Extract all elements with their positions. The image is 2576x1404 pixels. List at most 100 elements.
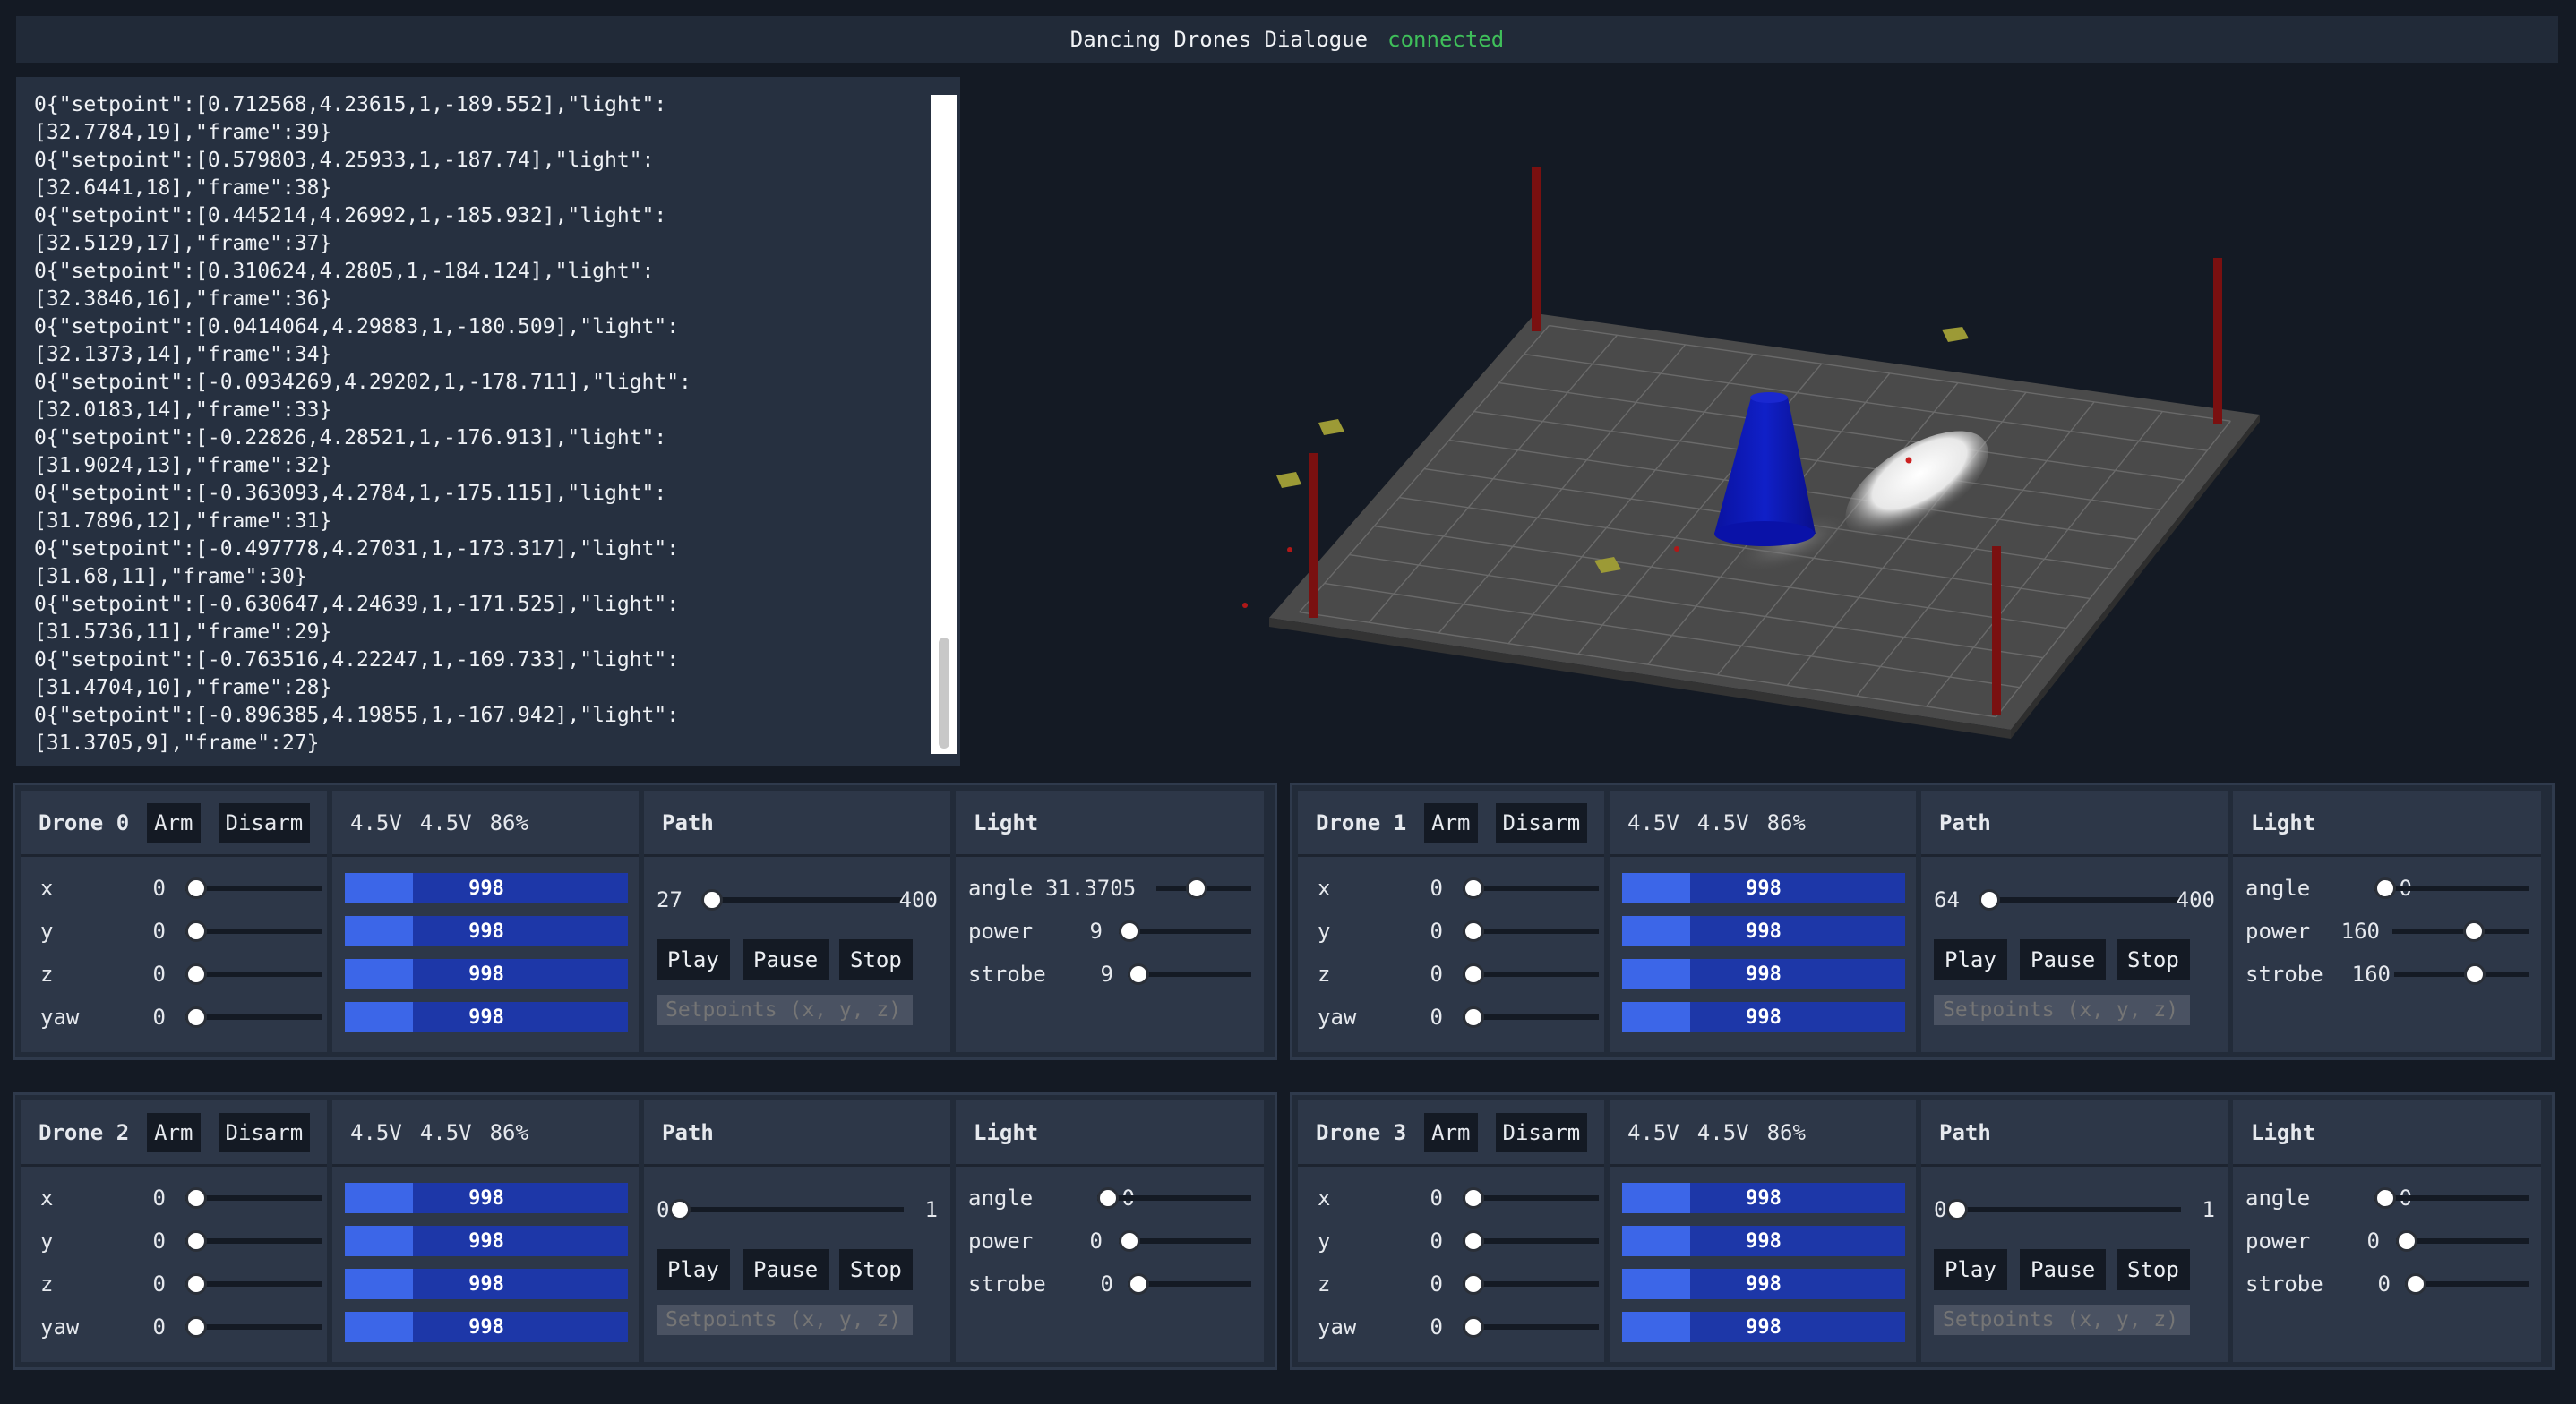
slider-knob[interactable]	[1463, 1006, 1484, 1028]
arm-button[interactable]: Arm	[1424, 802, 1478, 843]
axis-slider[interactable]	[1463, 1180, 1599, 1216]
log-scrollbar-thumb[interactable]	[939, 638, 949, 749]
motor-value: 998	[468, 1006, 504, 1029]
arm-button[interactable]: Arm	[147, 1112, 201, 1152]
axis-slider[interactable]	[185, 1180, 322, 1216]
disarm-button[interactable]: Disarm	[1495, 802, 1588, 843]
axis-slider[interactable]	[1463, 999, 1599, 1035]
slider-knob[interactable]	[185, 878, 207, 899]
light-slider[interactable]	[1128, 956, 1251, 992]
slider-knob[interactable]	[185, 1006, 207, 1028]
slider-knob[interactable]	[2374, 878, 2396, 899]
axis-slider[interactable]	[1463, 956, 1599, 992]
battery-value: 4.5V	[419, 809, 472, 835]
axis-slider[interactable]	[185, 913, 322, 949]
stop-button[interactable]: Stop	[839, 939, 913, 980]
light-slider[interactable]	[2374, 870, 2529, 906]
axis-slider[interactable]	[1463, 1309, 1599, 1345]
light-slider[interactable]	[2396, 1223, 2529, 1259]
slider-knob[interactable]	[2396, 1230, 2417, 1252]
slider-knob[interactable]	[185, 1187, 207, 1209]
disarm-button[interactable]: Disarm	[218, 802, 311, 843]
slider-knob[interactable]	[1463, 1316, 1484, 1338]
setpoints-input[interactable]	[1934, 995, 2190, 1025]
light-slider[interactable]	[2392, 913, 2529, 949]
path-knob[interactable]	[1979, 889, 2000, 911]
path-title: Path	[1939, 1119, 1991, 1145]
slider-knob[interactable]	[185, 1316, 207, 1338]
pause-button[interactable]: Pause	[2020, 1249, 2107, 1290]
light-label: strobe	[968, 962, 1046, 987]
play-button[interactable]: Play	[657, 939, 730, 980]
light-slider[interactable]	[1156, 870, 1251, 906]
slider-knob[interactable]	[1463, 920, 1484, 942]
path-header: Path	[644, 791, 950, 857]
slider-knob[interactable]	[2464, 963, 2486, 985]
light-slider[interactable]	[2405, 1266, 2529, 1302]
arm-button[interactable]: Arm	[147, 802, 201, 843]
axis-slider[interactable]	[185, 956, 322, 992]
disarm-button[interactable]: Disarm	[1495, 1112, 1588, 1152]
slider-knob[interactable]	[2405, 1273, 2426, 1295]
slider-knob[interactable]	[1463, 1187, 1484, 1209]
disarm-button[interactable]: Disarm	[218, 1112, 311, 1152]
axis-slider[interactable]	[1463, 1223, 1599, 1259]
path-knob[interactable]	[701, 889, 723, 911]
slider-knob[interactable]	[1463, 878, 1484, 899]
slider-knob[interactable]	[2463, 920, 2485, 942]
setpoints-input[interactable]	[1934, 1305, 2190, 1335]
light-slider[interactable]	[1119, 913, 1251, 949]
slider-knob[interactable]	[1463, 1273, 1484, 1295]
light-slider[interactable]	[1128, 1266, 1251, 1302]
slider-knob[interactable]	[1463, 963, 1484, 985]
slider-knob[interactable]	[1463, 1230, 1484, 1252]
play-button[interactable]: Play	[1934, 939, 2007, 980]
slider-knob[interactable]	[1128, 1273, 1149, 1295]
battery-value: 86%	[1766, 1119, 1806, 1145]
motor-value: 998	[1746, 1186, 1782, 1210]
play-button[interactable]: Play	[657, 1249, 730, 1290]
axis-label: y	[40, 1228, 54, 1254]
slider-knob[interactable]	[185, 920, 207, 942]
path-knob[interactable]	[669, 1199, 691, 1220]
axis-slider[interactable]	[185, 1223, 322, 1259]
pause-button[interactable]: Pause	[743, 1249, 829, 1290]
light-row-power: power 9	[956, 913, 1264, 949]
slider-knob[interactable]	[1119, 1230, 1140, 1252]
arm-button[interactable]: Arm	[1424, 1112, 1478, 1152]
log-scrollbar[interactable]	[931, 95, 957, 754]
scene-viewport[interactable]	[985, 77, 2562, 766]
axis-label: z	[40, 962, 54, 987]
drone-header: Drone 2 Arm Disarm	[21, 1100, 327, 1167]
slider-knob[interactable]	[185, 963, 207, 985]
pause-button[interactable]: Pause	[2020, 939, 2107, 980]
slider-knob[interactable]	[185, 1230, 207, 1252]
play-button[interactable]: Play	[1934, 1249, 2007, 1290]
slider-knob[interactable]	[1128, 963, 1149, 985]
axis-slider[interactable]	[185, 999, 322, 1035]
light-slider[interactable]	[2394, 956, 2529, 992]
slider-knob[interactable]	[185, 1273, 207, 1295]
slider-knob[interactable]	[1097, 1187, 1119, 1209]
stop-button[interactable]: Stop	[2117, 939, 2190, 980]
motor-value: 998	[1746, 963, 1782, 986]
path-knob[interactable]	[1946, 1199, 1968, 1220]
light-slider[interactable]	[2374, 1180, 2529, 1216]
axis-slider[interactable]	[185, 1266, 322, 1302]
axis-slider[interactable]	[185, 870, 322, 906]
setpoints-input[interactable]	[657, 1305, 913, 1335]
pause-button[interactable]: Pause	[743, 939, 829, 980]
stop-button[interactable]: Stop	[839, 1249, 913, 1290]
setpoints-input[interactable]	[657, 995, 913, 1025]
log-panel[interactable]: 0{"setpoint":[0.712568,4.23615,1,-189.55…	[16, 77, 960, 766]
slider-knob[interactable]	[2374, 1187, 2396, 1209]
axis-slider[interactable]	[185, 1309, 322, 1345]
light-slider[interactable]	[1119, 1223, 1251, 1259]
axis-slider[interactable]	[1463, 1266, 1599, 1302]
slider-knob[interactable]	[1186, 878, 1207, 899]
slider-knob[interactable]	[1119, 920, 1140, 942]
axis-slider[interactable]	[1463, 870, 1599, 906]
axis-slider[interactable]	[1463, 913, 1599, 949]
stop-button[interactable]: Stop	[2117, 1249, 2190, 1290]
light-slider[interactable]	[1097, 1180, 1251, 1216]
